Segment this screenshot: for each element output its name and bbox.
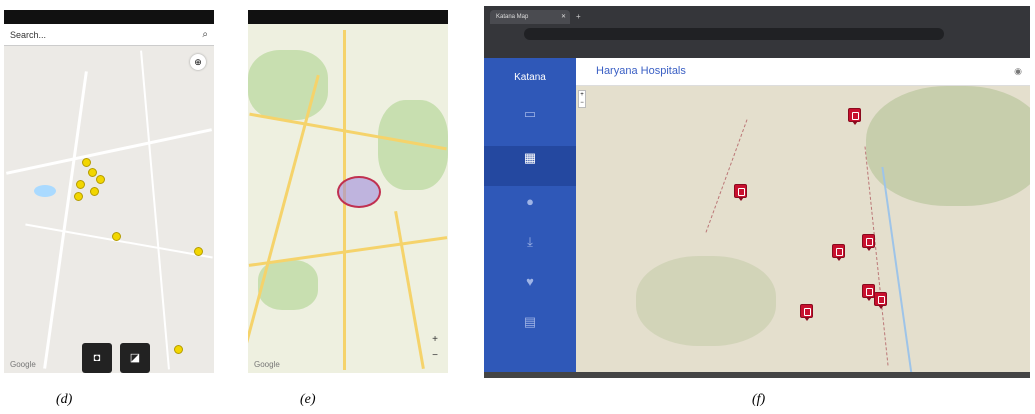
map-pin[interactable] — [90, 187, 99, 196]
map-pin[interactable] — [82, 158, 91, 167]
state-border — [705, 119, 748, 233]
brand-title: Katana — [514, 72, 546, 83]
selected-region-circle[interactable] — [337, 176, 381, 208]
map-pin[interactable] — [76, 180, 85, 189]
road — [43, 71, 88, 369]
map-pin[interactable] — [194, 247, 203, 256]
hospital-pin[interactable] — [848, 108, 861, 125]
browser-tab[interactable]: Katana Map ✕ — [490, 10, 570, 24]
map-pin[interactable] — [112, 232, 121, 241]
map-pin[interactable] — [174, 345, 183, 354]
search-icon[interactable]: ⌕ — [202, 24, 208, 46]
nav-maps[interactable]: ▦ — [484, 146, 576, 186]
status-bar — [248, 10, 448, 24]
road — [25, 223, 213, 259]
road — [140, 50, 170, 370]
address-bar[interactable] — [524, 28, 944, 40]
hospital-pin[interactable] — [734, 184, 747, 201]
user-icon: ● — [526, 194, 534, 209]
terrain-area — [636, 256, 776, 346]
zoom-in-button[interactable]: + — [428, 333, 442, 347]
camera-button[interactable]: ◘ — [82, 343, 112, 373]
caption-d: (d) — [56, 392, 73, 407]
hospital-pin[interactable] — [874, 292, 887, 309]
google-logo: Google — [10, 360, 36, 369]
heart-icon: ♥ — [526, 274, 534, 289]
terrain-hills — [866, 86, 1030, 206]
nav-hospitals[interactable]: ▤ — [484, 310, 576, 350]
nav-profile[interactable]: ● — [484, 190, 576, 230]
new-tab-icon[interactable]: + — [576, 10, 581, 24]
hospital-pin[interactable] — [862, 234, 875, 251]
google-logo: Google — [254, 360, 280, 369]
close-icon[interactable]: ✕ — [561, 10, 566, 24]
building-icon: ▤ — [523, 314, 537, 329]
location-button[interactable]: ⊕ — [190, 54, 206, 70]
tab-title: Katana Map — [496, 14, 529, 20]
hospital-pin[interactable] — [832, 244, 845, 261]
road — [248, 236, 448, 267]
page-title: Haryana Hospitals — [596, 65, 686, 77]
status-bar — [4, 10, 214, 24]
search-input[interactable]: Search... ⌕ — [4, 24, 214, 46]
zoom-control[interactable]: + − — [578, 90, 586, 108]
laptop-icon: ▭ — [523, 106, 537, 121]
edit-button[interactable]: ◪ — [120, 343, 150, 373]
map-pin[interactable] — [74, 192, 83, 201]
phone-map-panel-d: Search... ⌕ ⊕ Google ◘ ◪ — [4, 10, 214, 373]
lake — [34, 185, 56, 197]
top-bar: Haryana Hospitals ◉ — [576, 58, 1030, 86]
nav-dashboard[interactable]: ▭ — [484, 102, 576, 142]
desktop-browser-panel-f: Katana Map ✕ + Katana ▭ ▦ ● ⤓ ♥ ▤ Haryan… — [484, 6, 1030, 378]
road — [394, 210, 425, 370]
browser-chrome: Katana Map ✕ + — [484, 6, 1030, 58]
horizontal-scrollbar[interactable] — [484, 372, 1030, 378]
map-pin[interactable] — [96, 175, 105, 184]
caption-f: (f) — [752, 392, 766, 407]
zoom-out-button[interactable]: − — [428, 349, 442, 363]
download-icon: ⤓ — [527, 234, 533, 249]
nav-health[interactable]: ♥ — [484, 270, 576, 310]
sidebar: Katana ▭ ▦ ● ⤓ ♥ ▤ — [484, 58, 576, 372]
account-icon[interactable]: ◉ — [1014, 66, 1022, 77]
phone-map-panel-e: + − Google — [248, 10, 448, 373]
road — [5, 128, 213, 175]
caption-e: (e) — [300, 392, 316, 407]
search-placeholder: Search... — [10, 30, 47, 40]
hospital-pin[interactable] — [800, 304, 813, 321]
nav-download[interactable]: ⤓ — [484, 230, 576, 270]
map-icon: ▦ — [523, 150, 537, 165]
map-pin[interactable] — [88, 168, 97, 177]
hospital-map[interactable]: + − — [576, 86, 1030, 372]
